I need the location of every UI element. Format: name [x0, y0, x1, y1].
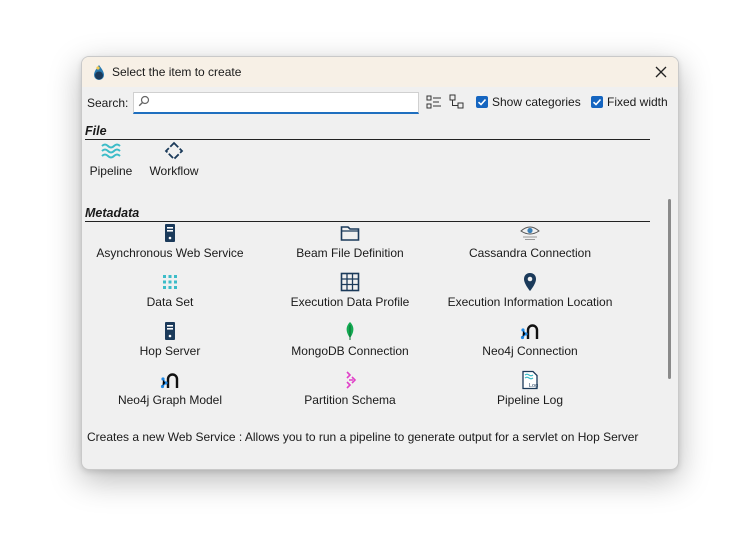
server-icon	[165, 322, 175, 340]
title-bar: Select the item to create	[82, 57, 678, 87]
neo4j-icon	[160, 373, 179, 389]
item-pipeline-log[interactable]: Log Pipeline Log	[435, 370, 625, 407]
workflow-icon	[164, 141, 184, 161]
search-field[interactable]	[133, 92, 419, 114]
show-categories-checkbox[interactable]: Show categories	[476, 95, 581, 109]
item-neo4j-connection[interactable]: Neo4j Connection	[435, 321, 625, 358]
item-cassandra-connection[interactable]: Cassandra Connection	[435, 223, 625, 260]
partition-arrows-icon	[346, 371, 357, 389]
item-hop-server[interactable]: Hop Server	[82, 321, 265, 358]
table-grid-icon	[340, 272, 360, 292]
dataset-grid-icon	[163, 275, 177, 289]
category-header-file: File	[85, 124, 650, 140]
item-workflow[interactable]: Workflow	[82, 141, 269, 178]
search-input[interactable]	[154, 94, 412, 110]
item-neo4j-graph-model[interactable]: Neo4j Graph Model	[82, 370, 265, 407]
item-data-set[interactable]: Data Set	[82, 272, 265, 309]
show-categories-label: Show categories	[492, 95, 581, 109]
pipeline-log-icon: Log	[522, 370, 538, 390]
neo4j-icon	[520, 324, 539, 340]
item-execution-information-location[interactable]: Execution Information Location	[435, 272, 625, 309]
expand-all-icon[interactable]	[426, 94, 442, 110]
folder-icon	[340, 226, 360, 241]
server-icon	[165, 224, 175, 242]
mongodb-leaf-icon	[346, 322, 354, 340]
item-beam-file-definition[interactable]: Beam File Definition	[255, 223, 445, 260]
item-execution-data-profile[interactable]: Execution Data Profile	[255, 272, 445, 309]
hop-app-icon	[94, 65, 104, 80]
fixed-width-label: Fixed width	[607, 95, 668, 109]
item-description: Creates a new Web Service : Allows you t…	[87, 430, 639, 444]
category-header-metadata: Metadata	[85, 206, 650, 222]
item-asynchronous-web-service[interactable]: Asynchronous Web Service	[82, 223, 265, 260]
create-item-dialog: Select the item to create Search: Show c…	[81, 56, 679, 470]
scrollbar-thumb[interactable]	[668, 199, 671, 379]
item-list: File Pipeline Workflow Metadata Asynchro…	[82, 121, 678, 426]
fixed-width-checkbox[interactable]: Fixed width	[591, 95, 668, 109]
map-pin-icon	[524, 273, 536, 291]
checkbox-checked-icon	[591, 96, 603, 108]
item-partition-schema[interactable]: Partition Schema	[255, 370, 445, 407]
dialog-title: Select the item to create	[112, 65, 242, 79]
search-icon	[138, 95, 150, 107]
search-label: Search:	[87, 96, 129, 110]
cassandra-eye-icon	[520, 226, 540, 240]
collapse-all-icon[interactable]	[449, 94, 465, 110]
close-icon[interactable]	[652, 63, 670, 81]
svg-text:Log: Log	[529, 383, 538, 389]
checkbox-checked-icon	[476, 96, 488, 108]
item-mongodb-connection[interactable]: MongoDB Connection	[255, 321, 445, 358]
